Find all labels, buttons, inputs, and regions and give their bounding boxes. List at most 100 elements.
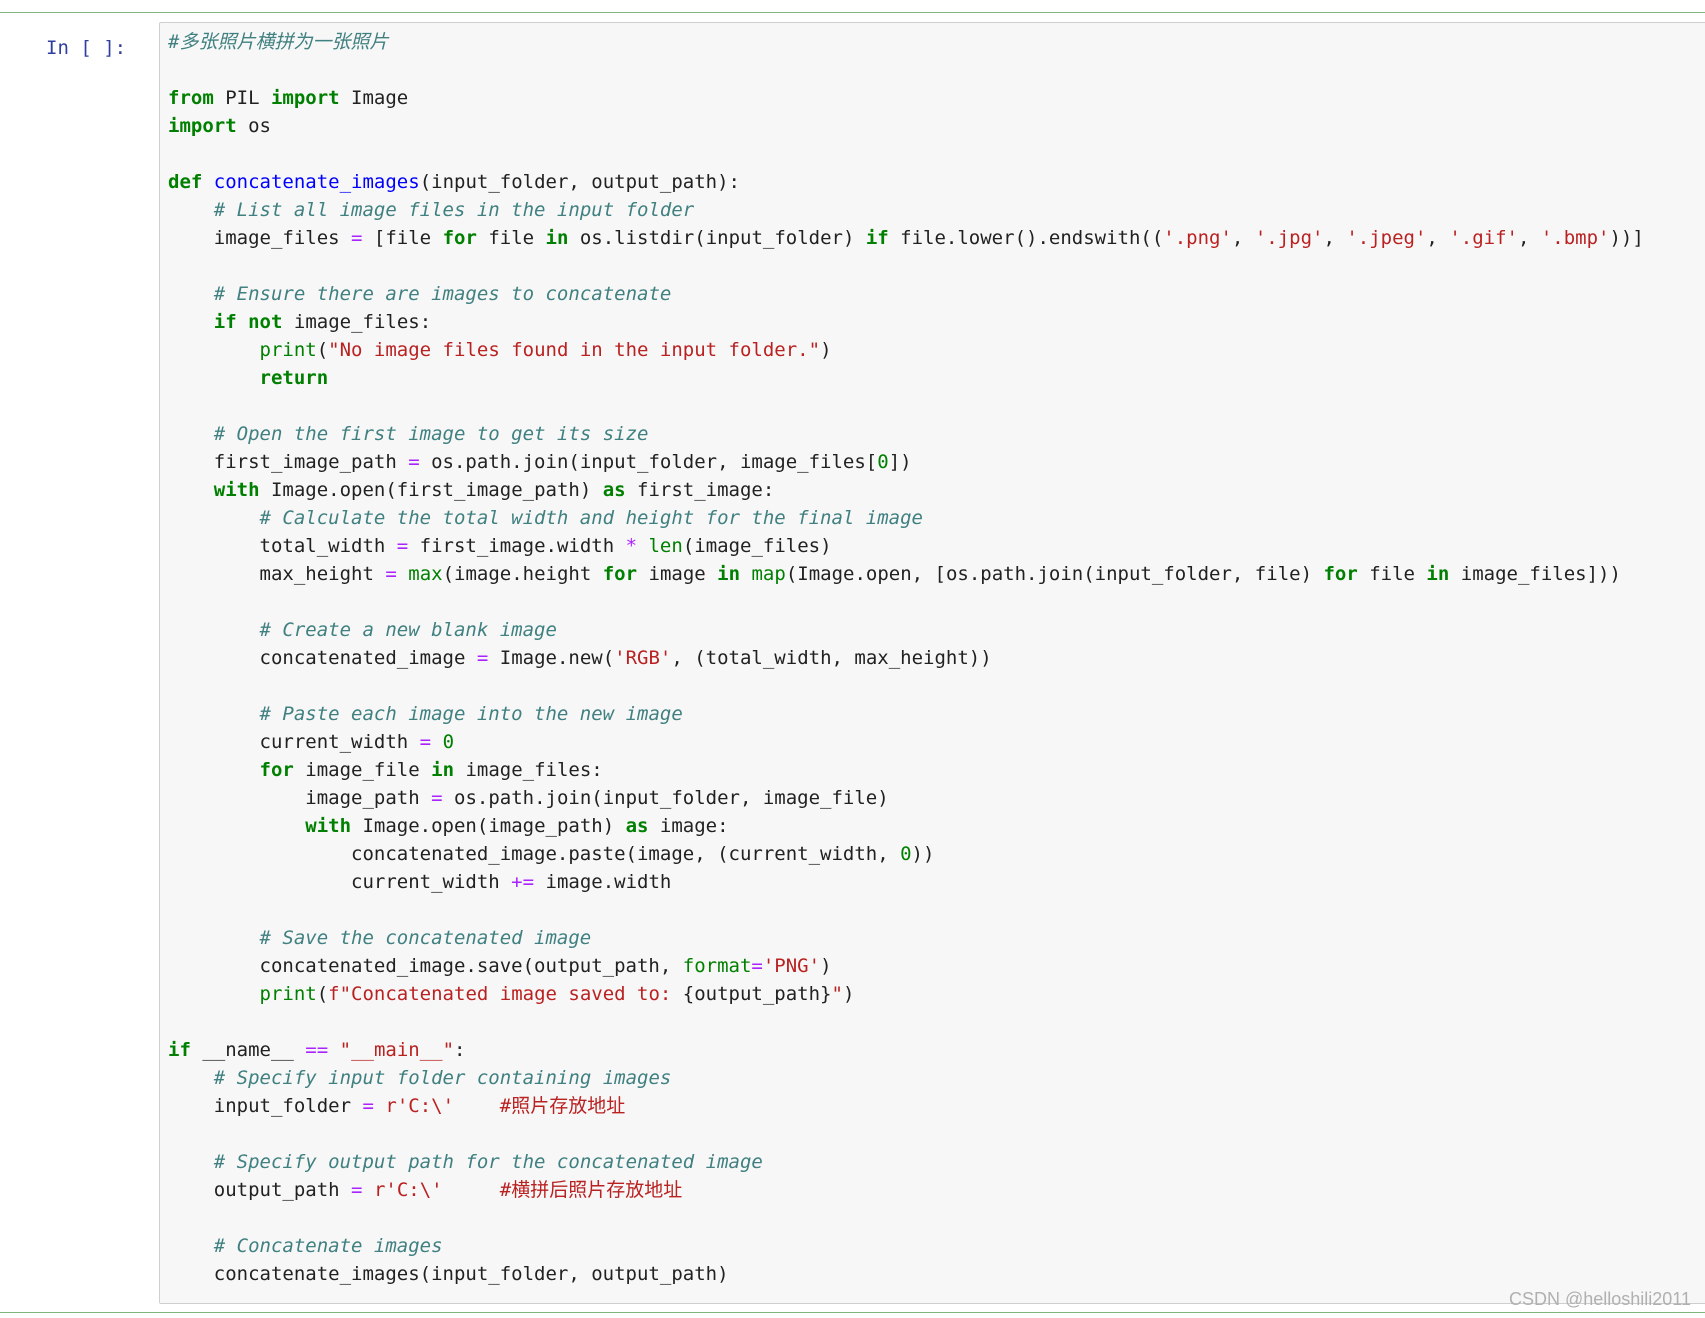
code-line: # Create a new blank image [168, 616, 1644, 644]
code-token: (image.height [442, 563, 603, 585]
code-token: max_height [168, 563, 386, 585]
code-line: max_height = max(image.height for image … [168, 560, 1644, 588]
code-token: '.gif' [1449, 227, 1518, 249]
code-token: # Calculate the total width and height f… [259, 507, 923, 529]
code-token: Image.open(image_path) [351, 815, 626, 837]
code-token: PIL [213, 87, 271, 109]
code-cell-editor[interactable]: #多张照片横拼为一张照片 from PIL import Image import… [159, 22, 1705, 1304]
code-token: # Specify output path for the concatenat… [213, 1151, 763, 1173]
code-token: '.bmp' [1540, 227, 1610, 249]
code-token: image_files: [454, 759, 603, 781]
code-token: #多张照片横拼为一张照片 [168, 31, 389, 53]
code-token: print [259, 339, 317, 361]
code-token: '.png' [1163, 227, 1232, 249]
code-token: max [408, 563, 443, 585]
code-line: current_width += image.width [168, 868, 1644, 896]
code-block[interactable]: #多张照片横拼为一张照片 from PIL import Image import… [168, 28, 1644, 1288]
code-line: image_path = os.path.join(input_folder, … [168, 784, 1644, 812]
code-token: # Create a new blank image [259, 619, 557, 641]
code-line: from PIL import Image [168, 84, 1644, 112]
code-token: #照片存放地址 [499, 1095, 626, 1117]
code-token: ) [820, 339, 832, 361]
code-token: (image_files) [682, 535, 832, 557]
code-token: file.lower().endswith(( [888, 227, 1164, 249]
code-line: # Specify output path for the concatenat… [168, 1148, 1644, 1176]
code-token: += [511, 871, 535, 893]
code-token: ( [316, 339, 329, 361]
code-token: in [431, 759, 455, 781]
code-token: "No image files found in the input folde… [328, 339, 821, 361]
code-token: , (total_width, max_height)) [671, 647, 992, 669]
code-token: for [259, 759, 294, 781]
code-line: # Paste each image into the new image [168, 700, 1644, 728]
code-token: image_files: [282, 311, 432, 333]
code-token: 0 [877, 451, 889, 473]
code-token: image.width [534, 871, 672, 893]
code-line: if __name__ == "__main__": [168, 1036, 1644, 1064]
code-token: r'C:\' [373, 1179, 443, 1201]
code-line: first_image_path = os.path.join(input_fo… [168, 448, 1644, 476]
code-token: " [831, 983, 843, 1005]
code-token: first_image_path [168, 451, 409, 473]
code-token: = [431, 787, 443, 809]
code-token: Image [339, 87, 409, 109]
code-token: f"Concatenated image saved to: [328, 983, 683, 1005]
cell-top-border [0, 12, 1705, 13]
code-line: #多张照片横拼为一张照片 [168, 28, 1644, 56]
code-token: '.jpg' [1254, 227, 1324, 249]
code-token: return [259, 367, 329, 389]
code-token: Image.open(first_image_path) [259, 479, 603, 501]
code-token: # Specify input folder containing images [213, 1067, 672, 1089]
code-token: image_path [168, 787, 432, 809]
code-token: # Save the concatenated image [259, 927, 592, 949]
code-token: format [682, 955, 752, 977]
code-token: * [625, 535, 638, 557]
code-line: concatenated_image = Image.new('RGB', (t… [168, 644, 1644, 672]
code-line: # List all image files in the input fold… [168, 196, 1644, 224]
code-token: ]) [888, 451, 912, 473]
code-token: concatenate_images [213, 171, 420, 193]
code-token: '.jpeg' [1346, 227, 1427, 249]
code-token: = [751, 955, 763, 977]
code-token: if [865, 227, 889, 249]
code-token: file [1357, 563, 1427, 585]
code-token: # List all image files in the input fold… [213, 199, 695, 221]
code-line: return [168, 364, 1644, 392]
code-token: 0 [442, 731, 455, 753]
code-line: current_width = 0 [168, 728, 1644, 756]
code-token: file [476, 227, 546, 249]
watermark: CSDN @helloshili2011 [1508, 1289, 1691, 1309]
code-token: def [168, 171, 203, 193]
code-token: , [1231, 227, 1255, 249]
code-line: image_files = [file for file in os.listd… [168, 224, 1644, 252]
code-token: first_image: [625, 479, 775, 501]
code-token: as [625, 815, 649, 837]
code-token: total_width [168, 535, 397, 557]
code-token: image: [648, 815, 729, 837]
code-token: # Paste each image into the new image [259, 703, 683, 725]
code-token: # Concatenate images [213, 1235, 443, 1257]
code-token: image_file [293, 759, 432, 781]
code-line: # Save the concatenated image [168, 924, 1644, 952]
code-token: __name__ [190, 1039, 306, 1061]
code-token: # Ensure there are images to concatenate [213, 283, 672, 305]
code-token: # Open the first image to get its size [213, 423, 649, 445]
code-token: concatenated_image.save(output_path, [168, 955, 683, 977]
